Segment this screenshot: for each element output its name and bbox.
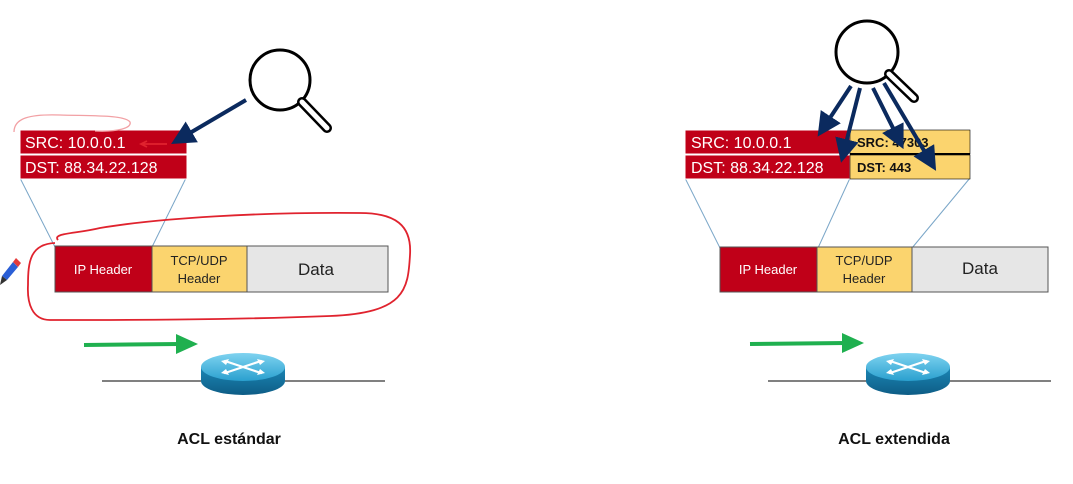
flow-arrow <box>749 333 864 353</box>
standard-acl-panel: SRC: 10.0.0.1 DST: 88.34.22.128 IP Heade… <box>0 48 411 448</box>
magnifier-icon <box>248 48 332 133</box>
dst-ip-label: DST: 88.34.22.128 <box>691 160 824 177</box>
router-icon <box>201 353 285 395</box>
src-ip-label: SRC: 10.0.0.1 <box>691 135 792 152</box>
zoom-line-left <box>684 177 721 249</box>
router-icon <box>866 353 950 395</box>
dst-port-label: DST: 443 <box>857 160 911 175</box>
tcp-header-label-2: Header <box>843 271 886 286</box>
zoom-line-left <box>19 177 56 248</box>
extended-acl-panel: SRC: 10.0.0.1 DST: 88.34.22.128 SRC: 473… <box>684 19 1051 448</box>
flow-arrow <box>83 334 198 354</box>
standard-caption: ACL estándar <box>177 431 281 448</box>
annotation-scribble <box>13 114 131 133</box>
ip-header-label: IP Header <box>74 262 133 277</box>
dst-ip-label: DST: 88.34.22.128 <box>25 160 158 177</box>
ip-header-label: IP Header <box>739 262 798 277</box>
pen-icon <box>0 258 21 285</box>
packet: IP Header TCP/UDP Header Data <box>719 246 1049 293</box>
src-ip-label: SRC: 10.0.0.1 <box>25 135 126 152</box>
ip-header-detail: SRC: 10.0.0.1 DST: 88.34.22.128 <box>19 129 188 180</box>
zoom-line-right <box>911 177 971 249</box>
packet: IP Header TCP/UDP Header Data <box>54 245 389 293</box>
inspect-arrow <box>171 98 248 145</box>
tcp-header-label-1: TCP/UDP <box>835 253 892 268</box>
magnifier-icon <box>834 19 919 103</box>
data-label: Data <box>962 259 998 278</box>
acl-comparison-diagram: SRC: 10.0.0.1 DST: 88.34.22.128 IP Heade… <box>0 19 1051 448</box>
zoom-line-right <box>151 177 187 248</box>
inspect-arrow-src-ip <box>817 84 853 137</box>
tcp-header-label-2: Header <box>178 271 221 286</box>
data-label: Data <box>298 260 334 279</box>
extended-caption: ACL extendida <box>838 431 950 448</box>
tcp-header-label-1: TCP/UDP <box>170 253 227 268</box>
zoom-line-mid <box>817 177 851 249</box>
